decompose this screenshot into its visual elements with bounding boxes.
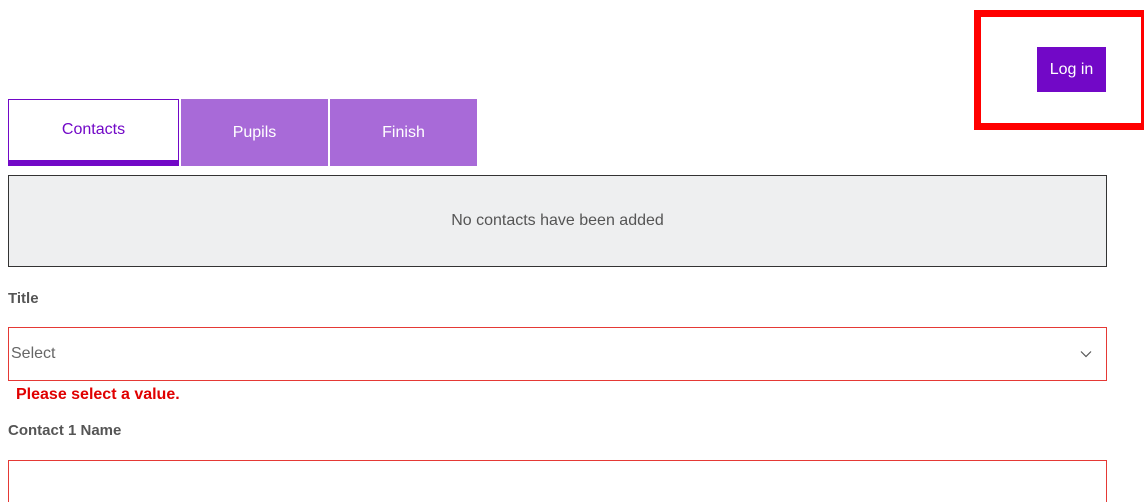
chevron-down-icon xyxy=(1080,351,1092,358)
tab-finish[interactable]: Finish xyxy=(330,99,477,166)
page: Log in Contacts Pupils Finish No contact… xyxy=(0,0,1144,502)
title-select[interactable]: Select xyxy=(8,327,1107,381)
notice-text: No contacts have been added xyxy=(451,212,664,229)
contact-name-input[interactable] xyxy=(8,460,1107,502)
title-select-value: Select xyxy=(11,345,56,362)
no-contacts-notice: No contacts have been added xyxy=(8,175,1107,267)
contact-name-label: Contact 1 Name xyxy=(8,422,122,439)
login-button[interactable]: Log in xyxy=(1037,47,1106,92)
title-label: Title xyxy=(8,290,39,307)
tab-contacts[interactable]: Contacts xyxy=(8,99,179,166)
title-error-message: Please select a value. xyxy=(16,386,180,403)
tab-pupils[interactable]: Pupils xyxy=(181,99,328,166)
tab-bar: Contacts Pupils Finish xyxy=(8,99,479,166)
